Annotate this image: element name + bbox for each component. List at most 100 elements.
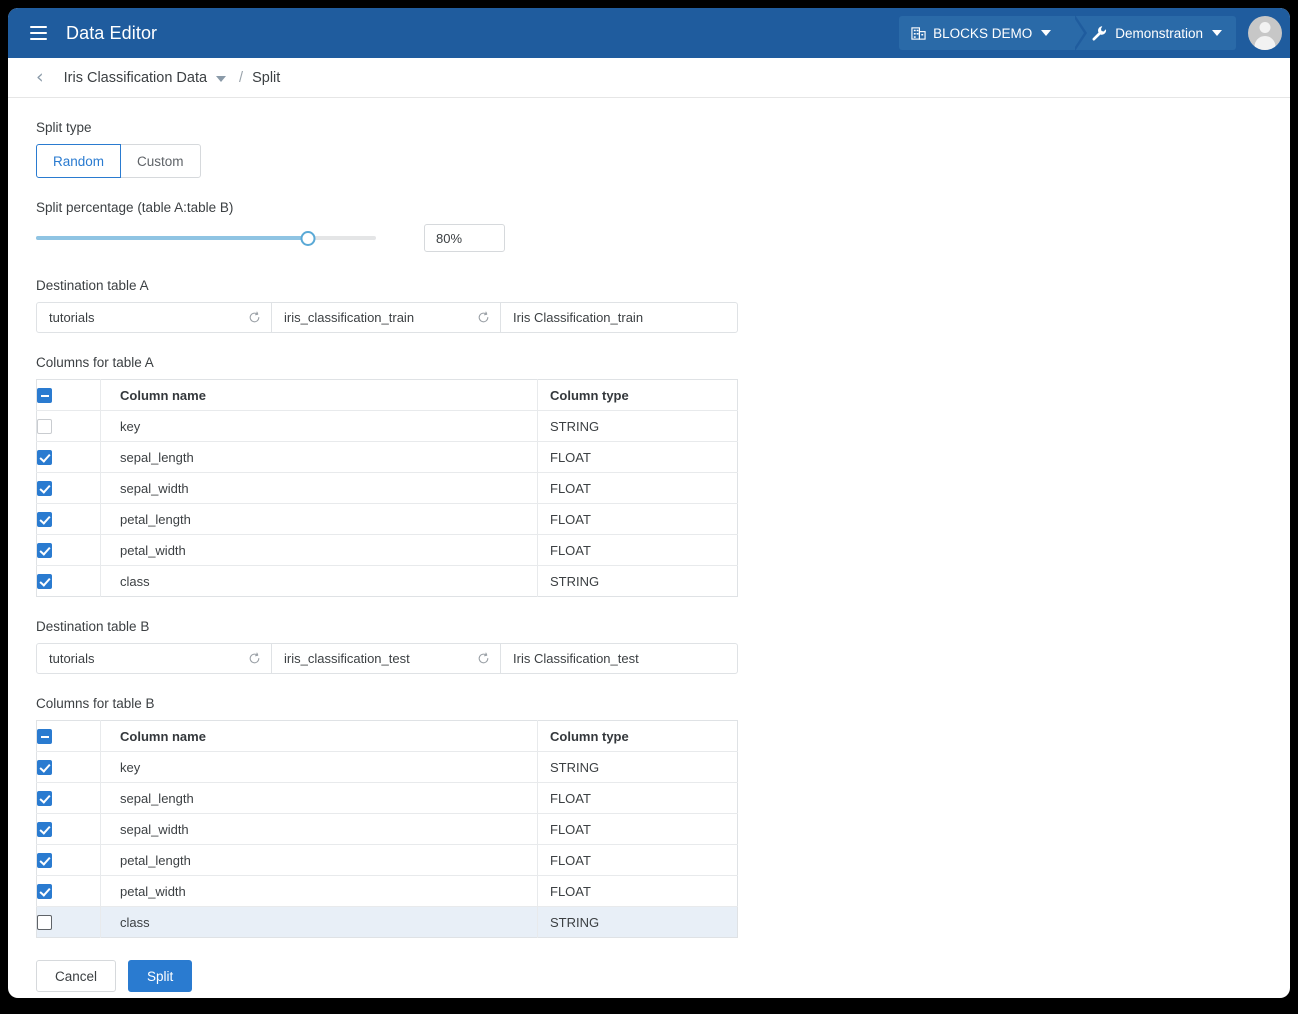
table-row[interactable]: petal_width FLOAT xyxy=(36,534,738,566)
row-checkbox-cell xyxy=(36,875,101,907)
table-row[interactable]: key STRING xyxy=(36,410,738,442)
table-row[interactable]: key STRING xyxy=(36,751,738,783)
table-row[interactable]: class STRING xyxy=(36,565,738,597)
columns-table-b-section: Columns for table B Column name Column t… xyxy=(36,696,1270,938)
columns-table-a-section: Columns for table A Column name Column t… xyxy=(36,355,1270,597)
table-row[interactable]: sepal_length FLOAT xyxy=(36,782,738,814)
row-checkbox-cell xyxy=(36,503,101,535)
row-checkbox[interactable] xyxy=(37,481,52,497)
column-type-cell: FLOAT xyxy=(537,503,738,535)
select-all-header-cell xyxy=(36,379,101,411)
column-name-cell: class xyxy=(100,565,538,597)
destination-a-table-field[interactable]: iris_classification_train xyxy=(272,303,501,332)
select-all-checkbox[interactable] xyxy=(37,729,52,745)
table-row[interactable]: sepal_width FLOAT xyxy=(36,472,738,504)
chevron-down-icon xyxy=(1041,30,1052,36)
destination-table-a-row: tutorials iris_classification_train Iris… xyxy=(36,302,738,333)
chevron-down-icon[interactable] xyxy=(216,75,227,82)
destination-a-database-field[interactable]: tutorials xyxy=(37,303,272,332)
column-type-cell: STRING xyxy=(537,906,738,938)
destination-table-b-section: Destination table B tutorials iris_class… xyxy=(36,619,1270,674)
row-checkbox[interactable] xyxy=(37,543,52,559)
destination-a-display-name-field[interactable]: Iris Classification_train xyxy=(501,303,737,332)
split-percentage-value: 80% xyxy=(436,230,463,246)
table-header-row: Column name Column type xyxy=(36,379,738,411)
destination-b-table-field[interactable]: iris_classification_test xyxy=(272,644,501,673)
table-row[interactable]: petal_width FLOAT xyxy=(36,875,738,907)
row-checkbox[interactable] xyxy=(37,853,52,869)
form-actions: Cancel Split xyxy=(36,938,1270,992)
hamburger-icon[interactable] xyxy=(24,19,52,47)
column-type-cell: FLOAT xyxy=(537,782,738,814)
row-checkbox[interactable] xyxy=(37,760,52,776)
destination-a-table-value: iris_classification_train xyxy=(284,310,415,325)
split-percentage-row: 80% xyxy=(36,224,1270,252)
chevron-left-icon[interactable]: ‹ xyxy=(36,68,44,87)
row-checkbox-cell xyxy=(36,813,101,845)
column-name-cell: petal_width xyxy=(100,875,538,907)
split-type-segmented-control: Random Custom xyxy=(36,144,1270,178)
refresh-icon[interactable] xyxy=(477,652,490,665)
column-name-cell: sepal_length xyxy=(100,782,538,814)
destination-table-a-section: Destination table A tutorials iris_class… xyxy=(36,278,1270,333)
refresh-icon[interactable] xyxy=(248,652,261,665)
environment-selector-chip[interactable]: Demonstration xyxy=(1073,16,1236,50)
column-type-cell: FLOAT xyxy=(537,813,738,845)
row-checkbox[interactable] xyxy=(37,915,52,931)
project-selector-chip[interactable]: BLOCKS DEMO xyxy=(899,15,1088,51)
row-checkbox[interactable] xyxy=(37,884,52,900)
row-checkbox[interactable] xyxy=(37,574,52,590)
column-type-cell: FLOAT xyxy=(537,472,738,504)
row-checkbox[interactable] xyxy=(37,450,52,466)
app-window: Data Editor BLOCKS DEMO Demonstration ‹ … xyxy=(8,8,1290,998)
split-type-option-custom[interactable]: Custom xyxy=(120,144,201,178)
column-name-cell: petal_length xyxy=(100,844,538,876)
row-checkbox-cell xyxy=(36,534,101,566)
row-checkbox-cell xyxy=(36,472,101,504)
table-row[interactable]: petal_length FLOAT xyxy=(36,503,738,535)
destination-b-display-name-field[interactable]: Iris Classification_test xyxy=(501,644,737,673)
table-row[interactable]: class STRING xyxy=(36,906,738,938)
chevron-down-icon xyxy=(1212,30,1222,36)
table-row[interactable]: sepal_length FLOAT xyxy=(36,441,738,473)
refresh-icon[interactable] xyxy=(248,311,261,324)
table-row[interactable]: petal_length FLOAT xyxy=(36,844,738,876)
split-type-label: Split type xyxy=(36,120,92,135)
row-checkbox[interactable] xyxy=(37,512,52,528)
column-type-header: Column type xyxy=(537,720,738,752)
destination-a-display-name-value: Iris Classification_train xyxy=(513,310,644,325)
column-name-header: Column name xyxy=(100,379,538,411)
table-row[interactable]: sepal_width FLOAT xyxy=(36,813,738,845)
split-type-section: Split type Random Custom xyxy=(36,120,1270,178)
destination-b-table-value: iris_classification_test xyxy=(284,651,410,666)
environment-chip-label: Demonstration xyxy=(1115,25,1203,41)
select-all-header-cell xyxy=(36,720,101,752)
refresh-icon[interactable] xyxy=(477,311,490,324)
slider-thumb[interactable] xyxy=(300,230,316,246)
row-checkbox[interactable] xyxy=(37,791,52,807)
split-type-option-random[interactable]: Random xyxy=(36,144,122,178)
breadcrumb-parent-link[interactable]: Iris Classification Data xyxy=(64,70,207,86)
project-chip-label: BLOCKS DEMO xyxy=(933,25,1033,41)
columns-table-a-body: key STRING sepal_length FLOAT sepal_width FLO… xyxy=(36,410,738,597)
column-type-cell: FLOAT xyxy=(537,441,738,473)
column-name-cell: sepal_width xyxy=(100,472,538,504)
row-checkbox[interactable] xyxy=(37,419,52,435)
column-name-cell: sepal_length xyxy=(100,441,538,473)
split-percentage-slider[interactable] xyxy=(36,229,376,247)
split-button[interactable]: Split xyxy=(128,960,193,992)
select-all-checkbox[interactable] xyxy=(37,388,52,404)
building-icon xyxy=(911,26,926,41)
row-checkbox-cell xyxy=(36,751,101,783)
row-checkbox-cell xyxy=(36,906,101,938)
column-name-cell: sepal_width xyxy=(100,813,538,845)
avatar[interactable] xyxy=(1248,16,1282,50)
wrench-icon xyxy=(1091,25,1108,42)
column-name-header: Column name xyxy=(100,720,538,752)
split-percentage-input[interactable]: 80% xyxy=(424,224,505,252)
destination-a-database-value: tutorials xyxy=(49,310,95,325)
destination-table-b-label: Destination table B xyxy=(36,619,150,634)
destination-b-database-field[interactable]: tutorials xyxy=(37,644,272,673)
row-checkbox[interactable] xyxy=(37,822,52,838)
cancel-button[interactable]: Cancel xyxy=(36,960,117,992)
